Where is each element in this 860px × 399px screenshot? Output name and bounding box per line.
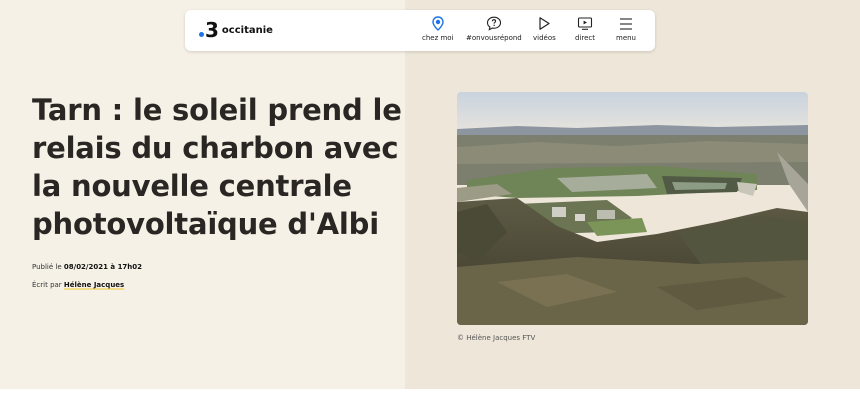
play-icon [537, 16, 551, 31]
location-pin-icon [432, 16, 444, 31]
article-hero: 3 occitanie chez moi #onvousrépond vidéo… [0, 0, 860, 389]
author-line: Écrit par Hélène Jacques [32, 281, 124, 289]
site-logo[interactable]: 3 occitanie [199, 19, 273, 41]
nav-label-videos: vidéos [533, 34, 556, 42]
nav-item-chez-moi[interactable]: chez moi [422, 16, 454, 48]
nav-label-chez-moi: chez moi [422, 34, 454, 42]
hamburger-menu-icon [618, 16, 634, 31]
nav-item-direct[interactable]: direct [575, 16, 595, 48]
author-link[interactable]: Hélène Jacques [64, 281, 124, 289]
logo-region-name: occitanie [221, 25, 273, 36]
logo-dot-icon [199, 31, 204, 37]
published-prefix: Publié le [32, 263, 64, 271]
article-title: Tarn : le soleil prend le relais du char… [32, 93, 402, 241]
article-photo [457, 92, 808, 325]
question-bubble-icon [486, 16, 502, 31]
published-date: Publié le 08/02/2021 à 17h02 [32, 263, 142, 271]
top-navigation-bar: 3 occitanie chez moi #onvousrépond vidéo… [185, 10, 655, 51]
photo-caption: © Hélène Jacques FTV [457, 334, 536, 342]
nav-item-menu[interactable]: menu [616, 16, 636, 48]
nav-label-direct: direct [575, 34, 596, 42]
published-value: 08/02/2021 à 17h02 [63, 263, 143, 271]
nav-item-videos[interactable]: vidéos [533, 16, 556, 48]
nav-label-menu: menu [616, 34, 636, 42]
live-tv-icon [577, 16, 593, 31]
nav-label-onvousrepond: #onvousrépond [466, 34, 522, 42]
nav-item-onvousrepond[interactable]: #onvousrépond [466, 16, 522, 48]
logo-number: 3 [205, 18, 219, 42]
author-prefix: Écrit par [32, 281, 64, 289]
